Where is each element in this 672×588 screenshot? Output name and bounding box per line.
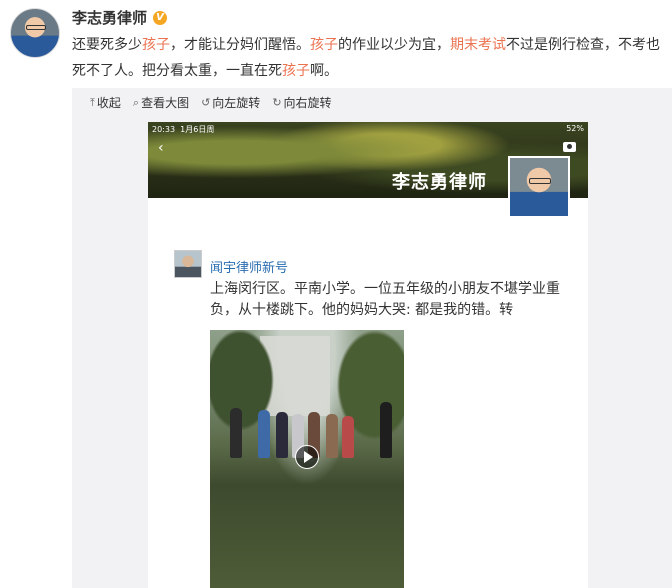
magnifier-icon: ⌕ <box>132 95 140 109</box>
collapse-button[interactable]: ⤒ 收起 <box>90 94 121 111</box>
repost-text: 上海闵行区。平南小学。一位五年级的小朋友不堪学业重负，从十楼跳下。他的妈妈大哭:… <box>210 281 560 318</box>
status-battery: 52% <box>566 124 584 133</box>
post-text-segment: ，才能让分妈们醒悟。 <box>170 37 310 53</box>
highlight-keyword-link[interactable]: 期末考试 <box>450 37 506 53</box>
status-time: 20:33 <box>152 125 176 134</box>
play-icon <box>295 445 319 469</box>
cover-name: 李志勇律师 <box>392 172 487 193</box>
author-avatar[interactable] <box>10 8 60 58</box>
back-icon: ‹ <box>158 140 164 156</box>
verified-badge-icon: V <box>153 10 168 25</box>
repost-avatar <box>174 250 202 278</box>
media-box: ⤒ 收起 ⌕ 查看大图 ↺ 向左旋转 ↻ 向右旋转 20:33 1月6日周 52… <box>72 88 672 588</box>
repost-author: 闻宇律师新号 <box>210 261 289 276</box>
rotate-right-label: 向右旋转 <box>283 96 332 110</box>
image-toolbar: ⤒ 收起 ⌕ 查看大图 ↺ 向左旋转 ↻ 向右旋转 <box>90 94 332 111</box>
camera-icon <box>563 142 576 152</box>
rotate-right-icon: ↻ <box>272 96 282 109</box>
rotate-left-icon: ↺ <box>201 96 211 109</box>
post-text-segment: 啊。 <box>310 63 338 79</box>
author-name[interactable]: 李志勇律师 <box>72 7 147 28</box>
video-thumbnail <box>210 330 404 588</box>
phone-status-bar: 20:33 1月6日周 52% <box>152 124 584 136</box>
status-date: 1月6日周 <box>180 125 215 134</box>
highlight-keyword-link[interactable]: 孩子 <box>310 37 338 53</box>
view-large-label: 查看大图 <box>141 96 190 110</box>
attached-screenshot[interactable]: 20:33 1月6日周 52% ‹ 李志勇律师 闻宇律师新号 上海闵行区。平南小… <box>148 122 588 588</box>
cover-avatar <box>508 156 570 218</box>
post-text: 还要死多少孩子，才能让分妈们醒悟。孩子的作业以少为宜，期末考试不过是例行检查，不… <box>72 32 662 84</box>
post-text-segment: 还要死多少 <box>72 37 142 53</box>
collapse-label: 收起 <box>96 96 121 110</box>
highlight-keyword-link[interactable]: 孩子 <box>282 63 310 79</box>
rotate-left-label: 向左旋转 <box>212 96 261 110</box>
rotate-right-button[interactable]: ↻ 向右旋转 <box>272 94 331 111</box>
view-large-button[interactable]: ⌕ 查看大图 <box>133 94 189 111</box>
arrow-up-icon: ⤒ <box>90 95 95 109</box>
highlight-keyword-link[interactable]: 孩子 <box>142 37 170 53</box>
rotate-left-button[interactable]: ↺ 向左旋转 <box>201 94 260 111</box>
post-text-segment: 的作业以少为宜， <box>338 37 450 53</box>
